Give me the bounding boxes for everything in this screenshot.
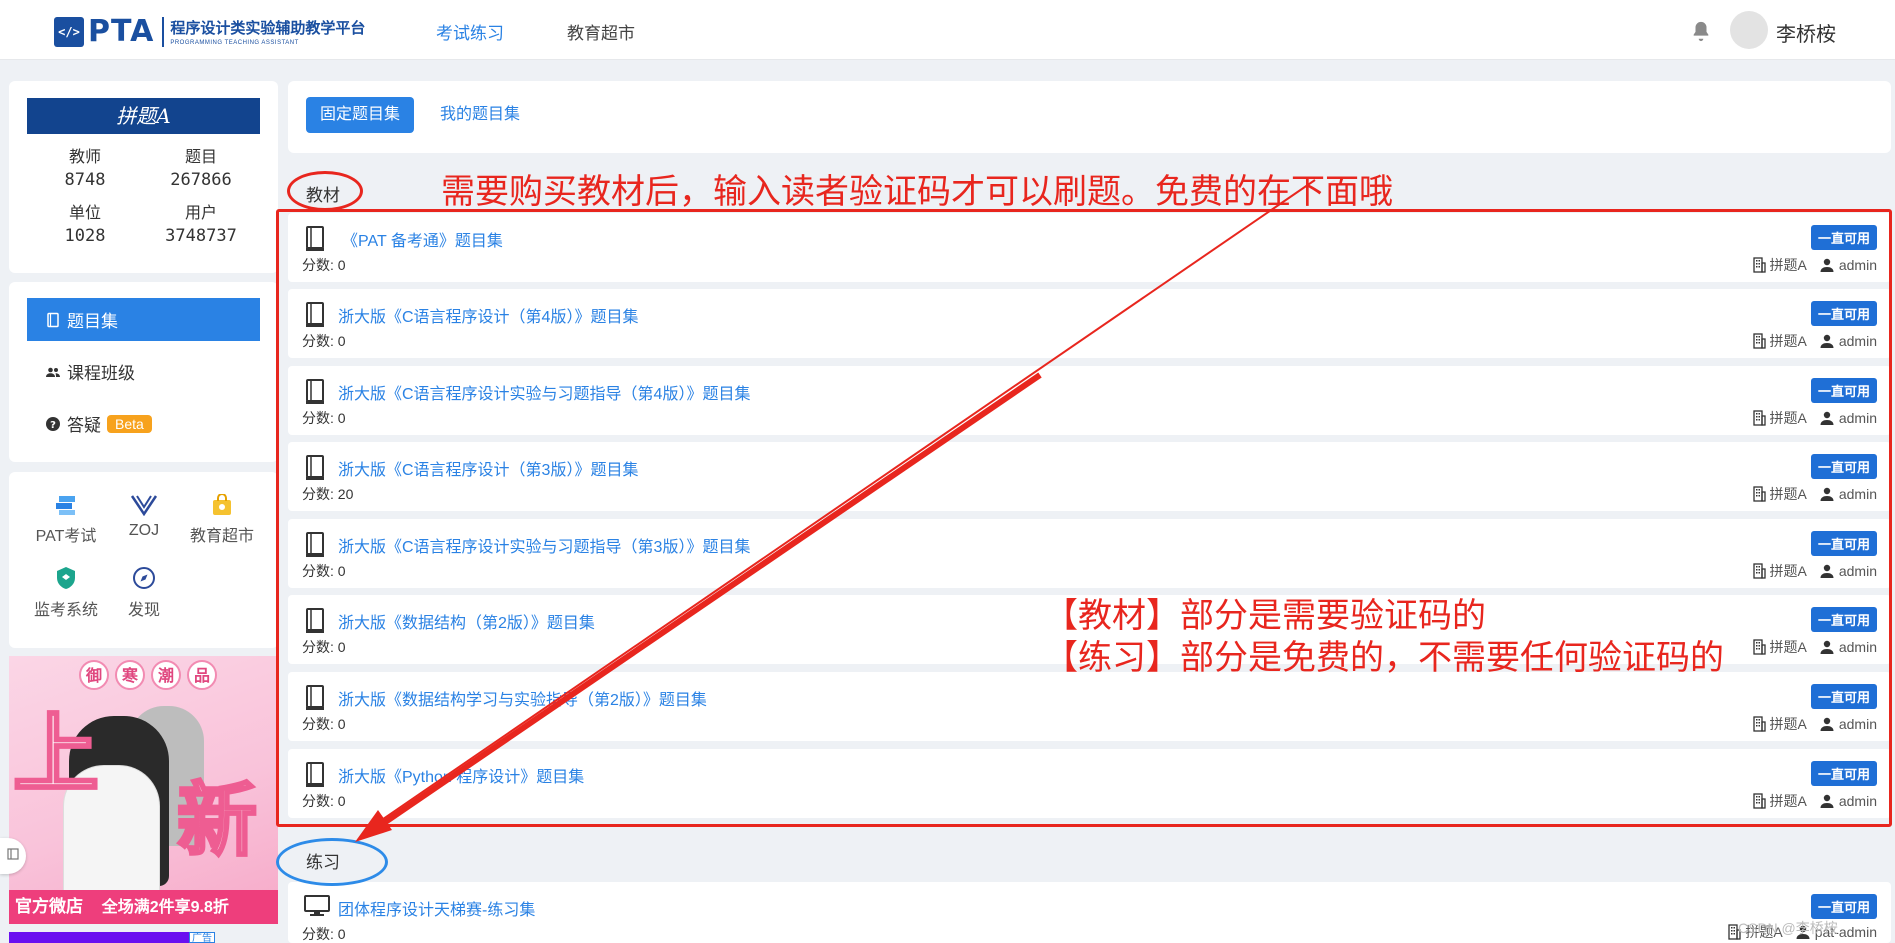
sidebar-item-label: 答疑 (67, 416, 101, 435)
pat-exam-icon (56, 496, 75, 515)
annotation-blue-ellipse (276, 838, 388, 886)
stat-value: 267866 (170, 170, 232, 190)
shield-icon (57, 567, 75, 589)
sidebar-item-problem-sets[interactable]: 题目集 (27, 298, 260, 341)
compass-icon (133, 567, 155, 589)
stat-label: 教师 (68, 149, 101, 166)
problem-set-score: 分数: 0 (302, 926, 346, 942)
problem-set-title[interactable]: 团体程序设计天梯赛-练习集 (338, 896, 535, 920)
nav-edu-market[interactable]: 教育超市 (567, 19, 635, 44)
app-label: ZOJ (128, 522, 160, 539)
logo-subtitle: 程序设计类实验辅助教学平台 PROGRAMMING TEACHING ASSIS… (170, 17, 365, 46)
stat-label: 题目 (184, 149, 217, 166)
app-proctor-system[interactable]: 监考系统 (26, 566, 106, 620)
stat-value: 3748737 (165, 226, 237, 246)
stats-card: 拼题A 教师 8748 题目 267866 单位 1028 用户 3748737 (9, 81, 278, 273)
ad-footer-left: 官方微店 (15, 897, 83, 916)
app-label: PAT考试 (35, 528, 97, 545)
ad-tag: 品 (187, 660, 217, 690)
ad-banner[interactable]: 御 寒 潮 品 上 新 官方微店 全场满2件享9.8折 (9, 656, 278, 924)
sidebar-item-label: 题目集 (67, 312, 118, 331)
monitor-icon (304, 895, 330, 916)
sidebar-menu: 题目集 课程班级 ? 答疑 Beta (9, 282, 278, 462)
logo-divider (162, 16, 165, 47)
people-icon (46, 367, 60, 377)
question-circle-icon: ? (46, 416, 60, 431)
username[interactable]: 李桥桉 (1776, 18, 1836, 47)
zoj-icon (130, 495, 158, 516)
list-item[interactable]: 团体程序设计天梯赛-练习集 分数: 0 一直可用 拼题A pat-admin (288, 882, 1891, 943)
annotation-line-2: 【练习】部分是免费的，不需要任何验证码的 (1044, 638, 1724, 678)
stat-label: 单位 (68, 205, 101, 222)
annotation-top-text: 需要购买教材后，输入读者验证码才可以刷题。免费的在下面哦 (441, 172, 1393, 212)
ad-headline-2: 新 (176, 775, 259, 867)
annotation-red-box (276, 209, 1892, 827)
stat-users: 用户 3748737 (151, 199, 251, 246)
app-label: 监考系统 (33, 602, 98, 619)
sidebar-item-label: 课程班级 (67, 364, 135, 383)
book-icon (47, 312, 59, 327)
svg-text:?: ? (50, 420, 56, 431)
top-header: </> PTA 程序设计类实验辅助教学平台 PROGRAMMING TEACHI… (0, 0, 1895, 60)
avatar[interactable] (1730, 11, 1768, 49)
app-edu-market[interactable]: 教育超市 (182, 494, 262, 546)
code-logo-icon: </> (54, 16, 84, 47)
ad-strip[interactable] (9, 932, 189, 943)
stat-value: 8748 (64, 170, 106, 190)
pintia-banner: 拼题A (27, 98, 260, 134)
nav-exam-practice[interactable]: 考试练习 (436, 19, 504, 44)
annotation-red-ellipse (287, 171, 363, 211)
sidebar-item-qa[interactable]: ? 答疑 Beta (27, 402, 260, 445)
ad-headline-1: 上 (12, 704, 101, 807)
ad-label: 广告 (189, 932, 215, 943)
app-discover[interactable]: 发现 (104, 566, 184, 620)
watermark: CSDN @李桥桉 (1738, 920, 1838, 936)
stat-teachers: 教师 8748 (35, 143, 135, 190)
logo-text: PTA (88, 14, 155, 49)
ad-top-tags: 御 寒 潮 品 (79, 660, 217, 690)
apps-card: PAT考试 ZOJ 教育超市 监考系统 发现 (9, 472, 278, 648)
app-label: 教育超市 (189, 528, 254, 545)
stat-label: 用户 (184, 205, 217, 222)
logo-subtitle-cn: 程序设计类实验辅助教学平台 (170, 20, 366, 37)
logo-subtitle-en: PROGRAMMING TEACHING ASSISTANT (170, 40, 299, 46)
tab-my-sets[interactable]: 我的题目集 (426, 97, 534, 133)
shopping-bag-icon (213, 494, 231, 515)
bell-icon[interactable] (1690, 20, 1712, 42)
ad-footer: 官方微店 全场满2件享9.8折 (9, 890, 278, 924)
stat-units: 单位 1028 (35, 199, 135, 246)
ad-tag: 潮 (151, 660, 181, 690)
tab-fixed-sets[interactable]: 固定题目集 (306, 97, 415, 133)
sidebar-item-classes[interactable]: 课程班级 (27, 350, 260, 393)
ad-footer-right: 全场满2件享9.8折 (101, 899, 229, 916)
stat-value: 1028 (64, 226, 106, 246)
pta-logo[interactable]: </> PTA 程序设计类实验辅助教学平台 PROGRAMMING TEACHI… (54, 14, 365, 49)
availability-badge: 一直可用 (1810, 894, 1877, 919)
app-pat-exam[interactable]: PAT考试 (26, 494, 106, 546)
app-label: 发现 (127, 602, 160, 619)
problem-set-tabs: 固定题目集 我的题目集 (288, 81, 1891, 153)
beta-badge: Beta (107, 414, 152, 433)
app-zoj[interactable]: ZOJ (104, 494, 184, 540)
ad-tag: 寒 (115, 660, 145, 690)
panel-icon (7, 848, 19, 860)
stat-problems: 题目 267866 (151, 143, 251, 190)
